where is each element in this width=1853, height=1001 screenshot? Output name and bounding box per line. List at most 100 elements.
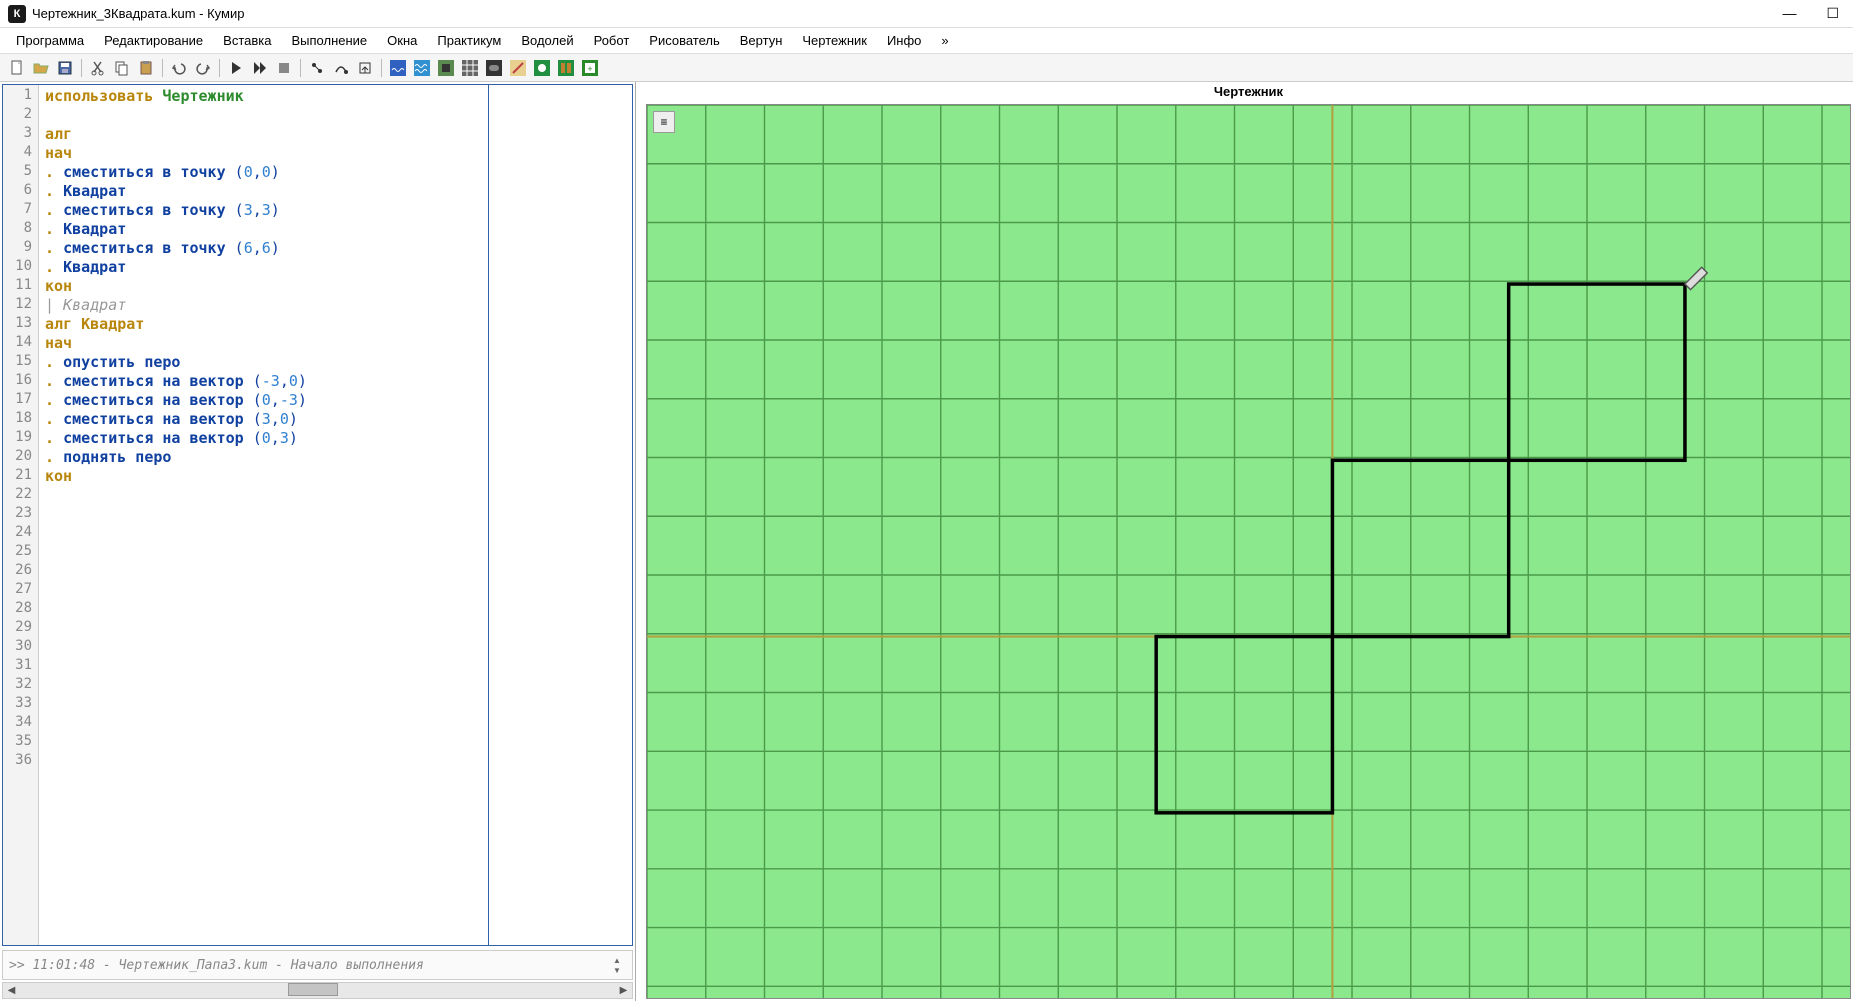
console-scroll-down[interactable]: ▼ [608, 966, 626, 975]
toolbar: + [0, 54, 1853, 82]
code-line[interactable] [45, 752, 482, 771]
actor-robot-button[interactable] [435, 57, 457, 79]
code-line[interactable]: использовать Чертежник [45, 87, 482, 106]
step-over-button[interactable] [330, 57, 352, 79]
code-line[interactable] [45, 695, 482, 714]
code-line[interactable] [45, 106, 482, 125]
open-file-button[interactable] [30, 57, 52, 79]
redo-button[interactable] [192, 57, 214, 79]
code-line[interactable] [45, 676, 482, 695]
undo-button[interactable] [168, 57, 190, 79]
actor-grid-button[interactable] [459, 57, 481, 79]
code-line[interactable] [45, 524, 482, 543]
code-line[interactable] [45, 657, 482, 676]
actor-vertun-button[interactable] [531, 57, 553, 79]
menu-item-7[interactable]: Робот [586, 30, 638, 51]
code-line[interactable] [45, 562, 482, 581]
scroll-right-button[interactable]: ▶ [615, 983, 632, 998]
code-line[interactable]: . Квадрат [45, 182, 482, 201]
new-file-button[interactable] [6, 57, 28, 79]
editor-pane: 1234567891011121314151617181920212223242… [0, 82, 636, 1001]
menu-item-11[interactable]: Инфо [879, 30, 929, 51]
menu-item-9[interactable]: Вертун [732, 30, 791, 51]
console-output: >> 11:01:48 - Чертежник_Папа3.kum - Нача… [9, 958, 608, 973]
menu-item-4[interactable]: Окна [379, 30, 425, 51]
line-number: 30 [3, 638, 38, 657]
code-line[interactable] [45, 714, 482, 733]
code-line[interactable] [45, 638, 482, 657]
scroll-track[interactable] [20, 983, 615, 998]
code-margin [489, 85, 632, 945]
code-line[interactable] [45, 619, 482, 638]
code-line[interactable]: кон [45, 467, 482, 486]
code-line[interactable] [45, 733, 482, 752]
step-into-button[interactable] [306, 57, 328, 79]
code-line[interactable]: . Квадрат [45, 258, 482, 277]
menu-item-6[interactable]: Водолей [513, 30, 581, 51]
menu-item-3[interactable]: Выполнение [283, 30, 375, 51]
actor-drawer-button[interactable] [555, 57, 577, 79]
code-line[interactable] [45, 505, 482, 524]
menu-item-12[interactable]: » [933, 30, 956, 51]
horizontal-scrollbar[interactable]: ◀ ▶ [2, 982, 633, 999]
drawing-canvas[interactable]: ≡ [646, 104, 1851, 999]
line-number: 35 [3, 733, 38, 752]
code-line[interactable]: алг [45, 125, 482, 144]
menu-item-8[interactable]: Рисователь [641, 30, 727, 51]
line-number: 26 [3, 562, 38, 581]
scroll-left-button[interactable]: ◀ [3, 983, 20, 998]
stop-button[interactable] [273, 57, 295, 79]
code-line[interactable]: . сместиться в точку (3,3) [45, 201, 482, 220]
code-line[interactable]: . сместиться в точку (0,0) [45, 163, 482, 182]
actor-waves-button[interactable] [411, 57, 433, 79]
actor-vodoley-button[interactable] [387, 57, 409, 79]
code-line[interactable]: . поднять перо [45, 448, 482, 467]
code-editor[interactable]: 1234567891011121314151617181920212223242… [2, 84, 633, 946]
code-line[interactable]: . опустить перо [45, 353, 482, 372]
menu-item-1[interactable]: Редактирование [96, 30, 211, 51]
code-line[interactable]: . сместиться на вектор (0,-3) [45, 391, 482, 410]
code-column[interactable]: использовать Чертежникалгнач. сместиться… [39, 85, 489, 945]
run-button[interactable] [225, 57, 247, 79]
line-number: 29 [3, 619, 38, 638]
console-scroll-up[interactable]: ▲ [608, 956, 626, 965]
code-line[interactable]: . сместиться на вектор (0,3) [45, 429, 482, 448]
copy-button[interactable] [111, 57, 133, 79]
line-number: 13 [3, 315, 38, 334]
code-line[interactable] [45, 581, 482, 600]
code-line[interactable]: . сместиться на вектор (-3,0) [45, 372, 482, 391]
canvas-menu-button[interactable]: ≡ [653, 111, 675, 133]
cut-button[interactable] [87, 57, 109, 79]
menu-item-5[interactable]: Практикум [429, 30, 509, 51]
menu-item-10[interactable]: Чертежник [794, 30, 875, 51]
maximize-button[interactable]: ☐ [1820, 3, 1845, 24]
step-out-button[interactable] [354, 57, 376, 79]
code-line[interactable] [45, 486, 482, 505]
actor-game-button[interactable] [483, 57, 505, 79]
actor-info-button[interactable]: + [579, 57, 601, 79]
line-number: 14 [3, 334, 38, 353]
run-step-button[interactable] [249, 57, 271, 79]
code-line[interactable]: алг Квадрат [45, 315, 482, 334]
code-line[interactable]: . сместиться в точку (6,6) [45, 239, 482, 258]
menu-item-2[interactable]: Вставка [215, 30, 279, 51]
line-number: 9 [3, 239, 38, 258]
code-line[interactable]: кон [45, 277, 482, 296]
actor-painter-button[interactable] [507, 57, 529, 79]
code-line[interactable]: . сместиться на вектор (3,0) [45, 410, 482, 429]
paste-button[interactable] [135, 57, 157, 79]
scroll-thumb[interactable] [288, 983, 338, 996]
minimize-button[interactable]: — [1776, 3, 1802, 24]
line-number: 24 [3, 524, 38, 543]
line-gutter: 1234567891011121314151617181920212223242… [3, 85, 39, 945]
code-line[interactable] [45, 600, 482, 619]
code-line[interactable]: . Квадрат [45, 220, 482, 239]
code-line[interactable]: | Квадрат [45, 296, 482, 315]
code-line[interactable]: нач [45, 334, 482, 353]
menubar: ПрограммаРедактированиеВставкаВыполнение… [0, 28, 1853, 54]
menu-item-0[interactable]: Программа [8, 30, 92, 51]
line-number: 32 [3, 676, 38, 695]
save-button[interactable] [54, 57, 76, 79]
code-line[interactable] [45, 543, 482, 562]
code-line[interactable]: нач [45, 144, 482, 163]
